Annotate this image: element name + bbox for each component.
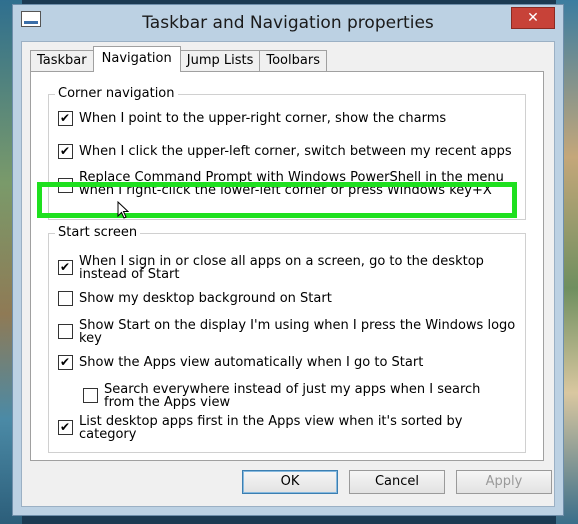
close-button[interactable]: ✕ (511, 7, 555, 29)
tab-taskbar[interactable]: Taskbar (30, 50, 94, 72)
start-screen-title: Start screen (55, 225, 141, 240)
cancel-button[interactable]: Cancel (349, 470, 445, 494)
desktop-apps-first-label: List desktop apps first in the Apps view… (79, 414, 463, 442)
desktop-apps-first-checkbox[interactable] (58, 420, 73, 435)
option-charms[interactable]: When I point to the upper-right corner, … (58, 111, 447, 126)
navigation-tab-panel: Corner navigation When I point to the up… (30, 71, 544, 461)
mouse-pointer-icon (117, 201, 129, 219)
tab-navigation[interactable]: Navigation (92, 46, 181, 72)
option-recent-apps[interactable]: When I click the upper-left corner, swit… (58, 144, 512, 159)
option-search-everywhere[interactable]: Search everywhere instead of just my app… (83, 383, 480, 409)
search-everywhere-label: Search everywhere instead of just my app… (104, 382, 481, 410)
option-powershell[interactable]: Replace Command Prompt with Windows Powe… (58, 171, 504, 197)
dialog-buttons: OK Cancel Apply (22, 470, 554, 500)
properties-dialog: Taskbar and Navigation properties ✕ Task… (12, 4, 564, 516)
apps-view-label: Show the Apps view automatically when I … (79, 355, 424, 370)
desktop-background-label: Show my desktop background on Start (79, 291, 332, 306)
recent-apps-checkbox[interactable] (58, 144, 73, 159)
title-bar[interactable]: Taskbar and Navigation properties ✕ (13, 5, 563, 41)
option-desktop-apps-first[interactable]: List desktop apps first in the Apps view… (58, 415, 463, 441)
option-go-to-desktop[interactable]: When I sign in or close all apps on a sc… (58, 255, 484, 281)
start-on-display-label: Show Start on the display I'm using when… (79, 318, 516, 346)
window-title: Taskbar and Navigation properties (142, 13, 434, 33)
apps-view-checkbox[interactable] (58, 355, 73, 370)
option-start-on-display[interactable]: Show Start on the display I'm using when… (58, 319, 515, 345)
start-on-display-checkbox[interactable] (58, 324, 73, 339)
go-to-desktop-checkbox[interactable] (58, 260, 73, 275)
go-to-desktop-label: When I sign in or close all apps on a sc… (79, 254, 484, 282)
apply-button[interactable]: Apply (456, 470, 552, 494)
option-apps-view[interactable]: Show the Apps view automatically when I … (58, 355, 424, 370)
corner-navigation-title: Corner navigation (55, 86, 178, 101)
tab-jump-lists[interactable]: Jump Lists (179, 50, 261, 72)
option-desktop-background[interactable]: Show my desktop background on Start (58, 291, 332, 306)
charms-label: When I point to the upper-right corner, … (79, 111, 447, 126)
ok-button[interactable]: OK (242, 470, 338, 494)
search-everywhere-checkbox[interactable] (83, 388, 98, 403)
charms-checkbox[interactable] (58, 111, 73, 126)
powershell-checkbox[interactable] (58, 178, 73, 193)
desktop-background-checkbox[interactable] (58, 291, 73, 306)
powershell-label: Replace Command Prompt with Windows Powe… (79, 170, 504, 198)
dialog-client-area: Taskbar Navigation Jump Lists Toolbars C… (21, 41, 555, 507)
recent-apps-label: When I click the upper-left corner, swit… (79, 144, 512, 159)
tab-toolbars[interactable]: Toolbars (259, 50, 327, 72)
tab-strip: Taskbar Navigation Jump Lists Toolbars (30, 46, 327, 72)
